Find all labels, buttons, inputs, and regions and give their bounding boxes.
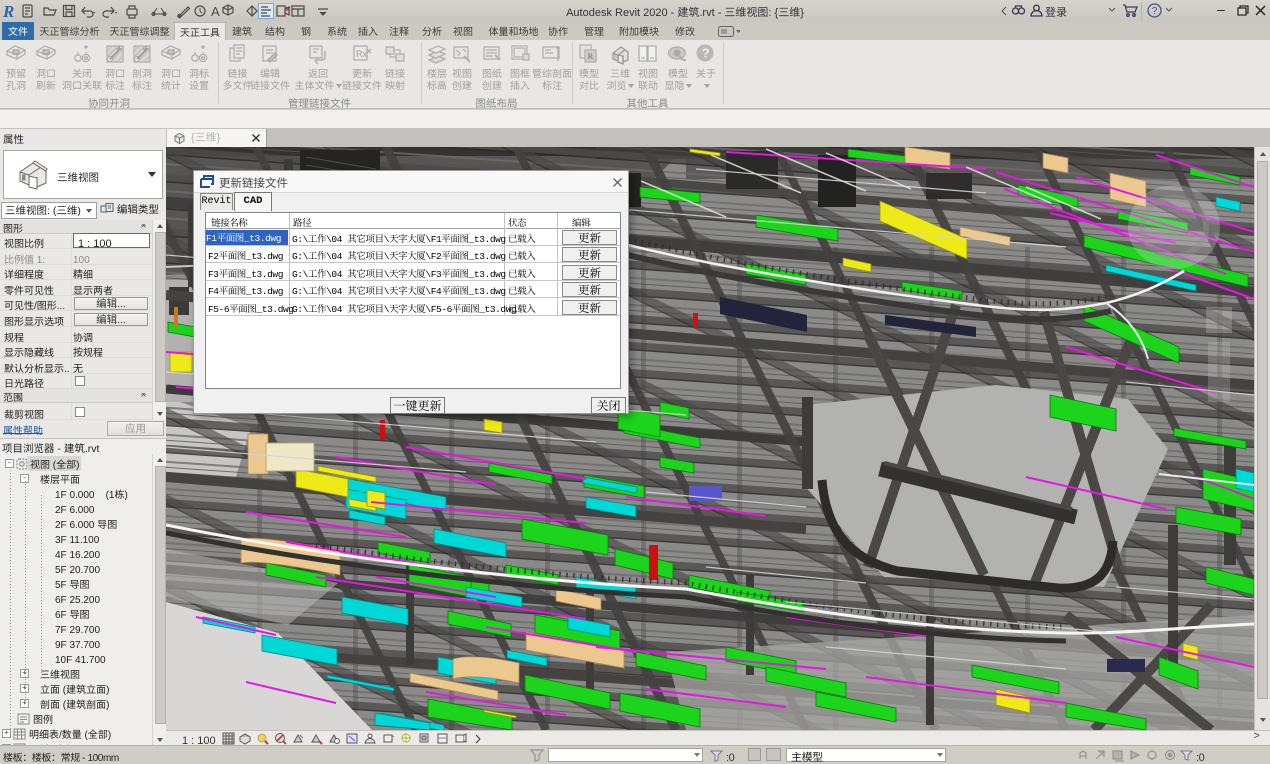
svg-text:R: R — [2, 2, 14, 20]
svg-text:A: A — [211, 4, 220, 19]
svg-text:Rx: Rx — [356, 49, 367, 59]
svg-text:?: ? — [1152, 6, 1158, 17]
svg-text:R: R — [588, 52, 594, 61]
svg-text:?: ? — [702, 46, 710, 61]
